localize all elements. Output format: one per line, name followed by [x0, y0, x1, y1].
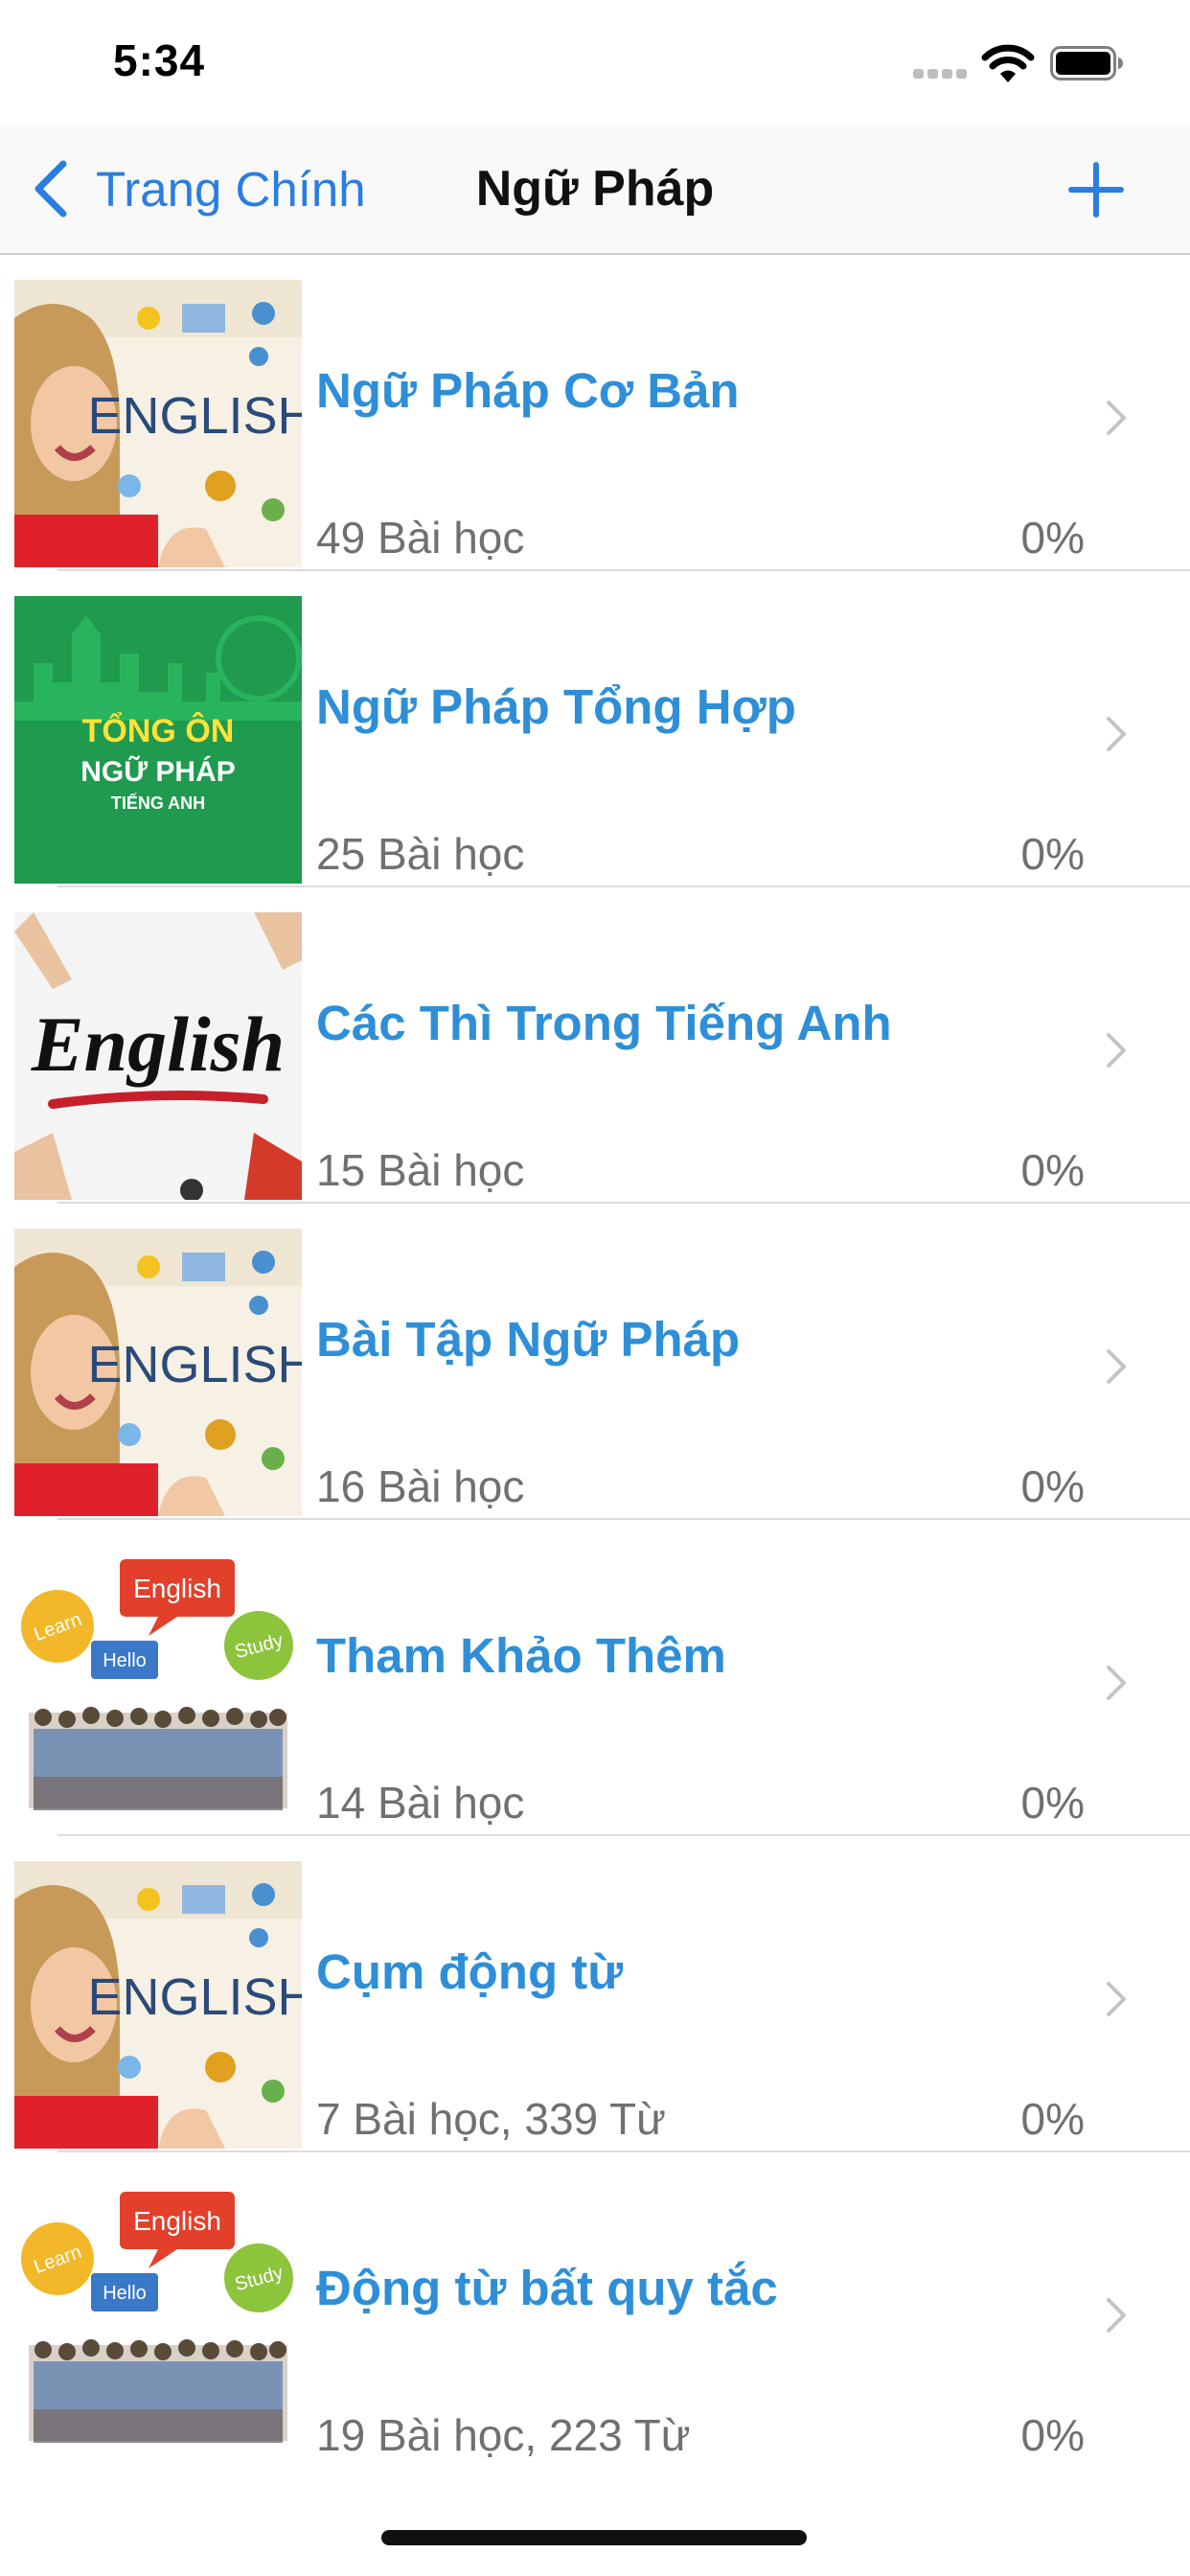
cellular-signal-icon: [913, 69, 967, 79]
row-title: Các Thì Trong Tiếng Anh: [316, 996, 892, 1050]
status-time: 5:34: [113, 35, 206, 85]
list-item[interactable]: English Learn Hello Study Tham Khảo Thêm…: [0, 1520, 1190, 1836]
row-subtitle: 19 Bài học, 223 Từ: [316, 2410, 691, 2460]
english-girl-thumbnail: ENGLISH: [14, 280, 302, 567]
chevron-right-icon: [1107, 401, 1126, 435]
english-sign-thumbnail: English: [14, 912, 302, 1200]
thumb-english-text: ENGLISH: [87, 387, 302, 445]
thumb-line2-text: NGỮ PHÁP: [80, 755, 236, 788]
thumb-line1-text: TỔNG ÔN: [82, 712, 235, 749]
chevron-right-icon: [1107, 1666, 1126, 1700]
list-item[interactable]: ENGLISH Cụm động từ 7 Bài học, 339 Từ 0%: [0, 1836, 1190, 2152]
status-bar: 5:34: [0, 0, 1190, 125]
tong-on-thumbnail: TỔNG ÔN NGỮ PHÁP TIẾNG ANH: [14, 596, 302, 884]
english-girl-thumbnail: ENGLISH: [14, 1861, 302, 2149]
row-progress: 0%: [1020, 1778, 1085, 1828]
lesson-list: ENGLISH Ngữ Pháp Cơ Bản 49 Bài học 0% TỔ…: [0, 255, 1190, 2469]
row-title: Tham Khảo Thêm: [316, 1628, 726, 1683]
home-indicator[interactable]: [381, 2530, 807, 2545]
row-subtitle: 15 Bài học: [316, 1145, 525, 1195]
row-title: Cụm động từ: [316, 1944, 624, 1999]
wifi-icon: [981, 44, 1035, 82]
row-subtitle: 25 Bài học: [316, 829, 525, 879]
row-progress: 0%: [1020, 1461, 1085, 1511]
thumb-english-text: ENGLISH: [87, 1336, 302, 1393]
row-progress: 0%: [1020, 2094, 1085, 2144]
chevron-right-icon: [1107, 717, 1126, 751]
row-progress: 0%: [1020, 829, 1085, 879]
battery-icon: [1050, 46, 1123, 80]
speech-bubbles-thumbnail: English Learn Hello Study: [14, 1545, 302, 1832]
navigation-bar: Trang Chính Ngữ Pháp: [0, 125, 1190, 255]
list-item[interactable]: English Các Thì Trong Tiếng Anh 15 Bài h…: [0, 887, 1190, 1204]
chevron-right-icon: [1107, 1033, 1126, 1068]
thumb-english-text: English: [133, 2206, 221, 2236]
row-subtitle: 7 Bài học, 339 Từ: [316, 2094, 666, 2144]
chevron-right-icon: [1107, 1349, 1126, 1384]
row-title: Bài Tập Ngữ Pháp: [316, 1312, 741, 1367]
row-title: Động từ bất quy tắc: [316, 2261, 778, 2315]
chevron-right-icon: [1107, 1982, 1126, 2016]
thumb-hello-text: Hello: [103, 1650, 147, 1671]
back-button-label: Trang Chính: [96, 161, 366, 217]
speech-bubbles-thumbnail: English Learn Hello Study: [14, 2177, 302, 2465]
list-item[interactable]: English Learn Hello Study Động từ bất qu…: [0, 2152, 1190, 2469]
chevron-right-icon: [1107, 2298, 1126, 2333]
thumb-english-text: ENGLISH: [87, 1968, 302, 2026]
add-button[interactable]: [1067, 161, 1125, 218]
list-item[interactable]: ENGLISH Ngữ Pháp Cơ Bản 49 Bài học 0%: [0, 255, 1190, 571]
thumb-line3-text: TIẾNG ANH: [111, 793, 205, 813]
thumb-english-text: English: [133, 1574, 221, 1603]
row-subtitle: 14 Bài học: [316, 1778, 525, 1828]
chevron-left-icon: [34, 160, 67, 218]
row-progress: 0%: [1020, 1145, 1085, 1195]
row-subtitle: 49 Bài học: [316, 513, 525, 563]
english-girl-thumbnail: ENGLISH: [14, 1229, 302, 1516]
thumb-hello-text: Hello: [103, 2283, 147, 2304]
back-button[interactable]: Trang Chính: [29, 155, 366, 222]
row-progress: 0%: [1020, 513, 1085, 563]
row-progress: 0%: [1020, 2410, 1085, 2460]
row-subtitle: 16 Bài học: [316, 1461, 525, 1511]
list-item[interactable]: TỔNG ÔN NGỮ PHÁP TIẾNG ANH Ngữ Pháp Tổng…: [0, 571, 1190, 887]
row-title: Ngữ Pháp Cơ Bản: [316, 363, 740, 418]
list-item[interactable]: ENGLISH Bài Tập Ngữ Pháp 16 Bài học 0%: [0, 1204, 1190, 1520]
thumb-english-text: English: [31, 1000, 285, 1088]
row-title: Ngữ Pháp Tổng Hợp: [316, 679, 796, 734]
